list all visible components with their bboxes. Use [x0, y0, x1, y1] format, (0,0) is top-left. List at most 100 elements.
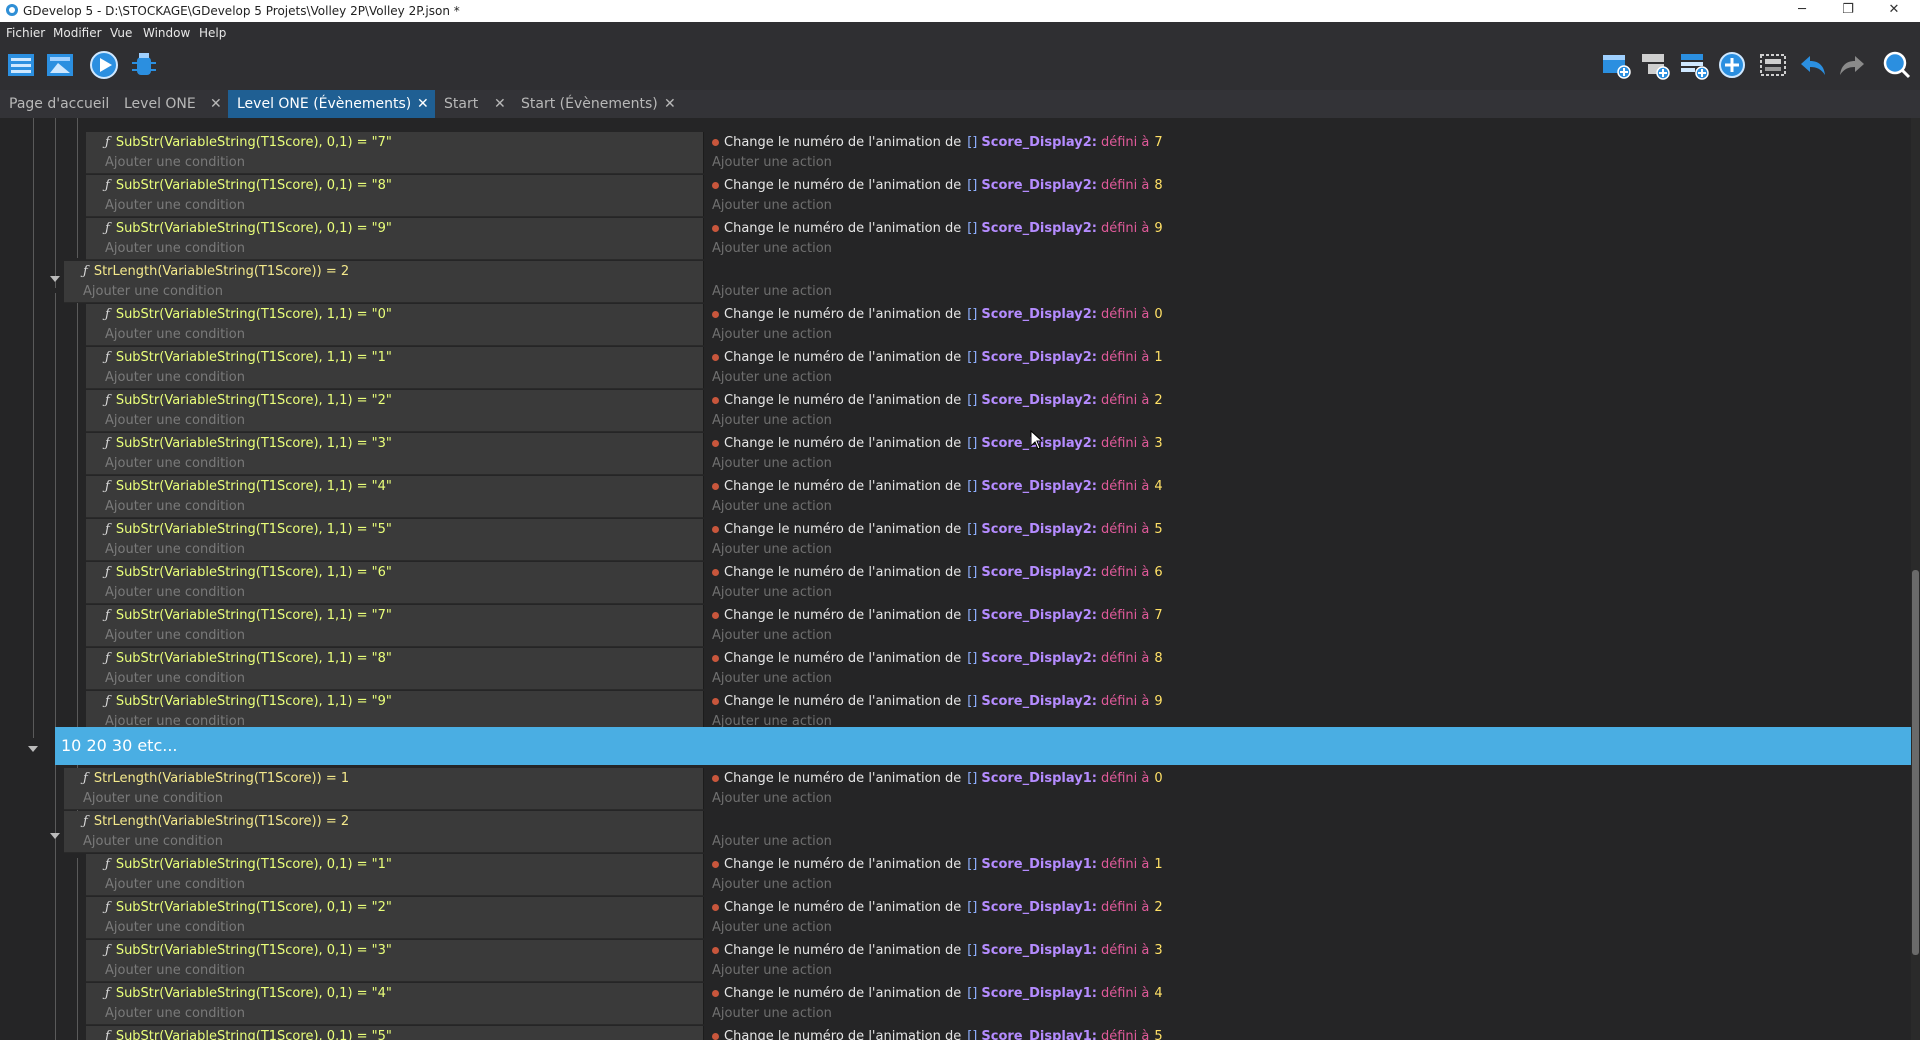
conditions-panel[interactable]: ƒ SubStr(VariableString(T1Score), 0,1) = …: [86, 854, 704, 896]
event-row[interactable]: ƒ SubStr(VariableString(T1Score), 0,1) = …: [0, 218, 1911, 261]
conditions-panel[interactable]: ƒ SubStr(VariableString(T1Score), 1,1) = …: [86, 476, 704, 518]
add-condition-link[interactable]: Ajouter une condition: [105, 327, 245, 342]
action-text[interactable]: Change le numéro de l'animation de[] Scor…: [712, 1029, 1163, 1040]
add-condition-link[interactable]: Ajouter une condition: [105, 585, 245, 600]
add-subevent-icon[interactable]: [1639, 49, 1671, 81]
action-text[interactable]: Change le numéro de l'animation de[] Scor…: [712, 857, 1163, 872]
condition-text[interactable]: ƒ SubStr(VariableString(T1Score), 0,1) = …: [105, 986, 392, 1001]
conditions-panel[interactable]: ƒ SubStr(VariableString(T1Score), 0,1) = …: [86, 218, 704, 260]
condition-text[interactable]: ƒ SubStr(VariableString(T1Score), 0,1) = …: [105, 900, 392, 915]
event-row[interactable]: ƒ SubStr(VariableString(T1Score), 1,1) = …: [0, 433, 1911, 476]
conditions-panel[interactable]: ƒ StrLength(VariableString(T1Score)) = 1 A…: [64, 768, 704, 810]
restore-button[interactable]: ❐: [1826, 0, 1870, 22]
add-condition-link[interactable]: Ajouter une condition: [105, 920, 245, 935]
event-row[interactable]: ƒ SubStr(VariableString(T1Score), 0,1) = …: [0, 940, 1911, 983]
debugger-icon[interactable]: [128, 49, 160, 81]
action-text[interactable]: Change le numéro de l'animation de[] Scor…: [712, 479, 1163, 494]
add-condition-link[interactable]: Ajouter une condition: [105, 370, 245, 385]
add-action-link[interactable]: Ajouter une action: [712, 370, 832, 385]
tab-start[interactable]: Start ✕: [435, 90, 512, 118]
add-action-link[interactable]: Ajouter une action: [712, 877, 832, 892]
conditions-panel[interactable]: ƒ SubStr(VariableString(T1Score), 0,1) = …: [86, 940, 704, 982]
event-row[interactable]: ƒ SubStr(VariableString(T1Score), 0,1) = …: [0, 897, 1911, 940]
add-condition-link[interactable]: Ajouter une condition: [105, 671, 245, 686]
action-text[interactable]: Change le numéro de l'animation de[] Scor…: [712, 565, 1163, 580]
add-event-icon[interactable]: [1600, 49, 1632, 81]
action-text[interactable]: Change le numéro de l'animation de[] Scor…: [712, 771, 1163, 786]
add-condition-link[interactable]: Ajouter une condition: [105, 542, 245, 557]
menu-modifier[interactable]: Modifier: [53, 26, 102, 40]
events-sheet[interactable]: ƒ SubStr(VariableString(T1Score), 0,1) = …: [0, 118, 1920, 1040]
add-action-link[interactable]: Ajouter une action: [712, 198, 832, 213]
condition-text[interactable]: ƒ StrLength(VariableString(T1Score)) = 1: [83, 771, 349, 786]
scrollbar-thumb[interactable]: [1912, 570, 1919, 955]
tab-level-one-events[interactable]: Level ONE (Évènements) ✕: [228, 90, 435, 118]
add-condition-link[interactable]: Ajouter une condition: [105, 241, 245, 256]
event-row[interactable]: ƒ SubStr(VariableString(T1Score), 1,1) = …: [0, 519, 1911, 562]
event-row[interactable]: ƒ SubStr(VariableString(T1Score), 0,1) = …: [0, 854, 1911, 897]
add-condition-link[interactable]: Ajouter une condition: [105, 198, 245, 213]
condition-text[interactable]: ƒ SubStr(VariableString(T1Score), 1,1) = …: [105, 694, 392, 709]
add-action-link[interactable]: Ajouter une action: [712, 628, 832, 643]
action-text[interactable]: Change le numéro de l'animation de[] Scor…: [712, 900, 1163, 915]
project-manager-icon[interactable]: [5, 49, 37, 81]
conditions-panel[interactable]: ƒ SubStr(VariableString(T1Score), 1,1) = …: [86, 519, 704, 561]
conditions-panel[interactable]: ƒ SubStr(VariableString(T1Score), 0,1) = …: [86, 175, 704, 217]
add-action-link[interactable]: Ajouter une action: [712, 542, 832, 557]
event-row[interactable]: ƒ SubStr(VariableString(T1Score), 1,1) = …: [0, 648, 1911, 691]
add-condition-link[interactable]: Ajouter une condition: [83, 834, 223, 849]
event-row[interactable]: ƒ SubStr(VariableString(T1Score), 1,1) = …: [0, 476, 1911, 519]
add-action-link[interactable]: Ajouter une action: [712, 413, 832, 428]
add-action-link[interactable]: Ajouter une action: [712, 499, 832, 514]
close-tab-icon[interactable]: ✕: [417, 90, 429, 118]
add-condition-link[interactable]: Ajouter une condition: [105, 456, 245, 471]
action-text[interactable]: Change le numéro de l'animation de[] Scor…: [712, 986, 1163, 1001]
add-condition-link[interactable]: Ajouter une condition: [105, 499, 245, 514]
close-tab-icon[interactable]: ✕: [210, 90, 222, 118]
condition-text[interactable]: ƒ SubStr(VariableString(T1Score), 0,1) = …: [105, 943, 392, 958]
close-window-button[interactable]: ✕: [1872, 0, 1916, 22]
close-tab-icon[interactable]: ✕: [664, 90, 676, 118]
action-text[interactable]: Change le numéro de l'animation de[] Scor…: [712, 178, 1163, 193]
condition-text[interactable]: ƒ SubStr(VariableString(T1Score), 0,1) = …: [105, 221, 392, 236]
condition-text[interactable]: ƒ SubStr(VariableString(T1Score), 0,1) = …: [105, 1029, 392, 1040]
delete-event-icon[interactable]: [1757, 49, 1789, 81]
conditions-panel[interactable]: ƒ SubStr(VariableString(T1Score), 0,1) = …: [86, 132, 704, 174]
undo-icon[interactable]: [1797, 49, 1829, 81]
condition-text[interactable]: ƒ SubStr(VariableString(T1Score), 0,1) = …: [105, 178, 392, 193]
condition-text[interactable]: ƒ SubStr(VariableString(T1Score), 1,1) = …: [105, 608, 392, 623]
event-row[interactable]: ƒ SubStr(VariableString(T1Score), 1,1) = …: [0, 304, 1911, 347]
event-row[interactable]: ƒ SubStr(VariableString(T1Score), 1,1) = …: [0, 605, 1911, 648]
conditions-panel[interactable]: ƒ StrLength(VariableString(T1Score)) = 2 A…: [64, 261, 704, 303]
add-condition-link[interactable]: Ajouter une condition: [105, 155, 245, 170]
add-action-link[interactable]: Ajouter une action: [712, 791, 832, 806]
event-row[interactable]: ƒ SubStr(VariableString(T1Score), 1,1) = …: [0, 390, 1911, 433]
event-row[interactable]: ƒ SubStr(VariableString(T1Score), 1,1) = …: [0, 347, 1911, 390]
condition-text[interactable]: ƒ SubStr(VariableString(T1Score), 1,1) = …: [105, 479, 392, 494]
action-text[interactable]: Change le numéro de l'animation de[] Scor…: [712, 436, 1163, 451]
event-row[interactable]: ƒ StrLength(VariableString(T1Score)) = 1 A…: [0, 768, 1911, 811]
menu-vue[interactable]: Vue: [110, 26, 132, 40]
condition-text[interactable]: ƒ StrLength(VariableString(T1Score)) = 2: [83, 264, 349, 279]
add-condition-link[interactable]: Ajouter une condition: [105, 1006, 245, 1021]
add-other-icon[interactable]: [1716, 49, 1748, 81]
conditions-panel[interactable]: ƒ SubStr(VariableString(T1Score), 1,1) = …: [86, 605, 704, 647]
condition-text[interactable]: ƒ StrLength(VariableString(T1Score)) = 2: [83, 814, 349, 829]
action-text[interactable]: Change le numéro de l'animation de[] Scor…: [712, 393, 1163, 408]
action-text[interactable]: Change le numéro de l'animation de[] Scor…: [712, 608, 1163, 623]
action-text[interactable]: Change le numéro de l'animation de[] Scor…: [712, 307, 1163, 322]
condition-text[interactable]: ƒ SubStr(VariableString(T1Score), 1,1) = …: [105, 350, 392, 365]
add-action-link[interactable]: Ajouter une action: [712, 1006, 832, 1021]
add-condition-link[interactable]: Ajouter une condition: [105, 963, 245, 978]
conditions-panel[interactable]: ƒ SubStr(VariableString(T1Score), 0,1) = …: [86, 1026, 704, 1040]
add-action-link[interactable]: Ajouter une action: [712, 284, 832, 299]
action-text[interactable]: Change le numéro de l'animation de[] Scor…: [712, 350, 1163, 365]
minimize-button[interactable]: ─: [1780, 0, 1824, 22]
condition-text[interactable]: ƒ SubStr(VariableString(T1Score), 1,1) = …: [105, 393, 392, 408]
condition-text[interactable]: ƒ SubStr(VariableString(T1Score), 1,1) = …: [105, 436, 392, 451]
conditions-panel[interactable]: ƒ SubStr(VariableString(T1Score), 0,1) = …: [86, 897, 704, 939]
add-condition-link[interactable]: Ajouter une condition: [105, 413, 245, 428]
event-row[interactable]: ƒ SubStr(VariableString(T1Score), 0,1) = …: [0, 1026, 1911, 1040]
add-action-link[interactable]: Ajouter une action: [712, 834, 832, 849]
action-text[interactable]: Change le numéro de l'animation de[] Scor…: [712, 651, 1163, 666]
